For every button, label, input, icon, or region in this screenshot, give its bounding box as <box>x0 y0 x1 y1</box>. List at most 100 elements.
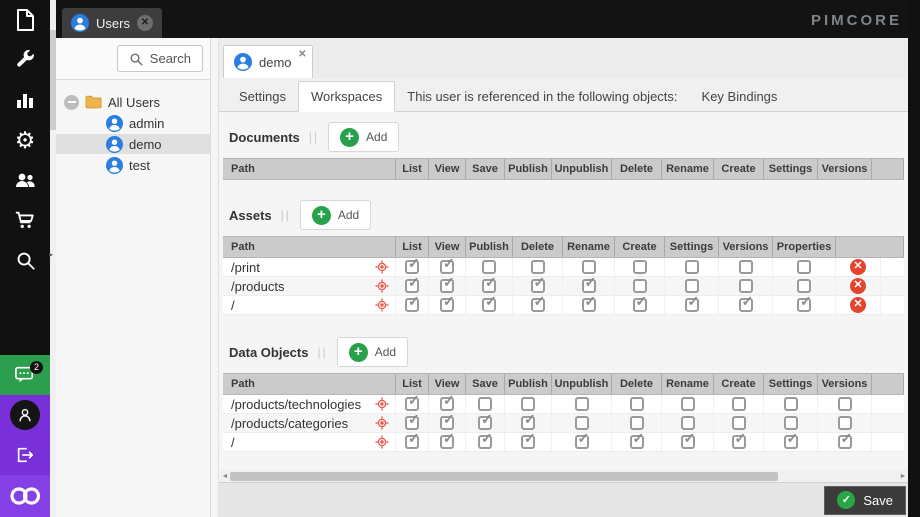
column-header-rename[interactable]: Rename <box>662 159 714 179</box>
rename-checkbox[interactable] <box>680 430 695 449</box>
unpublish-checkbox[interactable] <box>574 430 589 449</box>
locate-target-icon[interactable] <box>375 435 389 449</box>
collapse-minus-icon[interactable] <box>64 94 79 110</box>
column-header-publish[interactable]: Publish <box>505 159 552 179</box>
properties-checkbox[interactable] <box>797 293 812 312</box>
column-header-view[interactable]: View <box>429 237 466 257</box>
list-checkbox[interactable] <box>405 430 420 449</box>
wrench-icon[interactable] <box>0 40 50 80</box>
person-icon[interactable] <box>0 395 50 435</box>
column-header-create[interactable]: Create <box>714 374 764 394</box>
view-checkbox[interactable] <box>440 255 455 274</box>
file-icon[interactable] <box>0 0 50 40</box>
properties-checkbox[interactable] <box>797 279 811 293</box>
rename-checkbox[interactable] <box>581 293 596 312</box>
save-checkbox[interactable] <box>478 411 493 430</box>
column-header-view[interactable]: View <box>429 374 466 394</box>
versions-checkbox[interactable] <box>837 430 852 449</box>
tab-references[interactable]: This user is referenced in the following… <box>395 82 689 111</box>
versions-checkbox[interactable] <box>738 260 753 274</box>
list-checkbox[interactable] <box>405 274 420 293</box>
gear-icon[interactable]: ⚙ <box>0 120 50 160</box>
column-header-rename[interactable]: Rename <box>563 237 615 257</box>
view-checkbox[interactable] <box>440 293 455 312</box>
chat-icon[interactable]: 2 <box>0 355 50 395</box>
workspace-row[interactable]: / <box>223 430 904 452</box>
demo-user-tab[interactable]: demo ✕ <box>223 45 313 78</box>
cart-icon[interactable] <box>0 200 50 240</box>
column-header-publish[interactable]: Publish <box>466 237 513 257</box>
horizontal-scrollbar[interactable]: ◄ ► <box>220 470 908 482</box>
column-header-settings[interactable]: Settings <box>764 159 818 179</box>
view-checkbox[interactable] <box>440 411 455 430</box>
column-header-create[interactable]: Create <box>714 159 764 179</box>
remove-row-icon[interactable]: ✕ <box>850 259 866 275</box>
column-header-list[interactable]: List <box>396 237 429 257</box>
rename-checkbox[interactable] <box>680 397 695 411</box>
column-header-unpublish[interactable]: Unpublish <box>552 374 612 394</box>
tab-settings[interactable]: Settings <box>227 82 298 111</box>
versions-checkbox[interactable] <box>837 416 852 430</box>
save-button[interactable]: ✓ Save <box>824 485 906 515</box>
create-checkbox[interactable] <box>632 279 647 293</box>
settings-checkbox[interactable] <box>684 279 699 293</box>
collapse-arrow-icon[interactable]: ▸ <box>49 250 53 259</box>
column-header-publish[interactable]: Publish <box>505 374 552 394</box>
list-checkbox[interactable] <box>405 411 420 430</box>
delete-checkbox[interactable] <box>530 260 545 274</box>
publish-checkbox[interactable] <box>521 397 535 411</box>
view-checkbox[interactable] <box>440 430 455 449</box>
column-header-versions[interactable]: Versions <box>719 237 773 257</box>
column-header-save[interactable]: Save <box>466 374 505 394</box>
delete-checkbox[interactable] <box>530 293 545 312</box>
column-header-save[interactable]: Save <box>466 159 505 179</box>
bar-chart-icon[interactable] <box>0 80 50 120</box>
column-header-view[interactable]: View <box>429 159 466 179</box>
column-header-versions[interactable]: Versions <box>818 159 872 179</box>
column-header-rename[interactable]: Rename <box>662 374 714 394</box>
column-header-delete[interactable]: Delete <box>612 159 662 179</box>
create-checkbox[interactable] <box>731 397 746 411</box>
workspace-row[interactable]: /products/categories <box>223 411 904 433</box>
publish-checkbox[interactable] <box>482 293 497 312</box>
logout-icon[interactable] <box>0 435 50 475</box>
locate-target-icon[interactable] <box>375 397 389 411</box>
settings-checkbox[interactable] <box>783 430 798 449</box>
view-checkbox[interactable] <box>440 274 455 293</box>
close-icon[interactable]: ✕ <box>136 15 153 31</box>
tree-node-all-users[interactable]: All Users <box>56 92 210 112</box>
list-checkbox[interactable] <box>405 392 420 411</box>
delete-checkbox[interactable] <box>629 430 644 449</box>
scroll-left-icon[interactable]: ◄ <box>220 473 230 480</box>
versions-checkbox[interactable] <box>738 293 753 312</box>
column-header-list[interactable]: List <box>396 159 429 179</box>
workspace-row[interactable]: /✕ <box>223 293 904 315</box>
documents-add-button[interactable]: + Add <box>328 122 400 152</box>
save-checkbox[interactable] <box>478 430 493 449</box>
column-header-delete[interactable]: Delete <box>612 374 662 394</box>
search-button[interactable]: Search <box>116 45 203 72</box>
scrollbar-thumb[interactable] <box>230 471 778 481</box>
users-main-tab[interactable]: Users ✕ <box>62 8 162 38</box>
data-objects-add-button[interactable]: + Add <box>336 337 409 367</box>
column-header-settings[interactable]: Settings <box>764 374 818 394</box>
workspace-row[interactable]: /print ✕ <box>223 255 904 277</box>
column-header-list[interactable]: List <box>396 374 429 394</box>
create-checkbox[interactable] <box>632 260 647 274</box>
save-checkbox[interactable] <box>478 397 492 411</box>
publish-checkbox[interactable] <box>521 411 536 430</box>
column-header-properties[interactable]: Properties <box>773 237 836 257</box>
column-header-path[interactable]: Path <box>223 374 396 394</box>
remove-row-icon[interactable]: ✕ <box>850 278 866 294</box>
column-header-settings[interactable]: Settings <box>665 237 719 257</box>
publish-checkbox[interactable] <box>521 430 536 449</box>
users-icon[interactable] <box>0 160 50 200</box>
remove-row-icon[interactable]: ✕ <box>850 297 866 313</box>
settings-checkbox[interactable] <box>684 293 699 312</box>
create-checkbox[interactable] <box>731 430 746 449</box>
settings-checkbox[interactable] <box>684 260 699 274</box>
rename-checkbox[interactable] <box>581 274 596 293</box>
column-header-path[interactable]: Path <box>223 159 396 179</box>
assets-add-button[interactable]: + Add <box>299 200 372 230</box>
list-checkbox[interactable] <box>405 293 420 312</box>
